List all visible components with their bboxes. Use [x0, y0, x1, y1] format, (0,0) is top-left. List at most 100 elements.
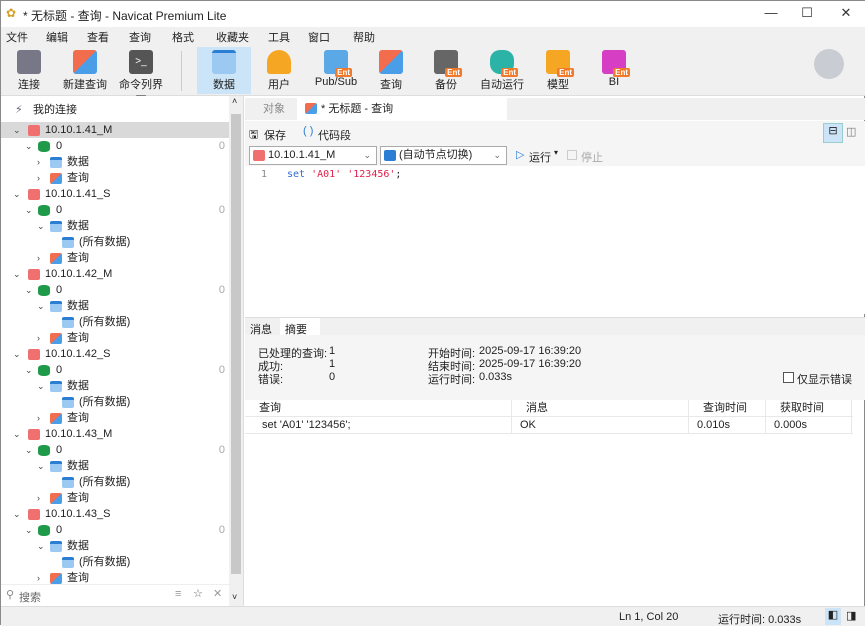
- menu-help[interactable]: 帮助: [353, 29, 375, 45]
- connection-select[interactable]: 10.10.1.41_M ⌄: [249, 146, 377, 165]
- filter-icon[interactable]: ≡: [175, 588, 181, 600]
- tab-objects[interactable]: 对象: [255, 98, 293, 120]
- minimize-button[interactable]: —: [756, 5, 786, 23]
- bi-button[interactable]: Ent BI: [594, 47, 634, 94]
- chevron-right-icon[interactable]: ›: [37, 330, 40, 346]
- column-header[interactable]: 查询: [245, 400, 512, 417]
- chevron-down-icon[interactable]: ⌄: [37, 538, 45, 554]
- maximize-button[interactable]: ☐: [792, 5, 822, 23]
- menu-format[interactable]: 格式: [172, 29, 194, 45]
- menu-query[interactable]: 查询: [129, 29, 151, 45]
- tree-root[interactable]: ⚡ 我的连接: [1, 102, 229, 118]
- user-button[interactable]: 用户: [259, 47, 299, 94]
- tree-connection[interactable]: ⌄ 10.10.1.41_S: [1, 186, 229, 202]
- tree-data[interactable]: ⌄ 数据: [1, 458, 229, 474]
- run-button[interactable]: 运行: [529, 149, 551, 165]
- tree-database[interactable]: ⌄ 0 0: [1, 522, 229, 538]
- column-header[interactable]: 查询时间: [689, 400, 766, 417]
- tree-all-data[interactable]: (所有数据): [1, 234, 229, 250]
- chevron-down-icon[interactable]: ⌄: [25, 202, 33, 218]
- model-button[interactable]: Ent 模型: [538, 47, 578, 94]
- column-header[interactable]: 获取时间: [766, 400, 852, 417]
- tree-all-data[interactable]: (所有数据): [1, 474, 229, 490]
- tree-database[interactable]: ⌄ 0 0: [1, 202, 229, 218]
- new-query-button[interactable]: 新建查询: [61, 47, 109, 94]
- tree-all-data[interactable]: (所有数据): [1, 554, 229, 570]
- only-errors-checkbox[interactable]: [783, 372, 794, 383]
- tree-database[interactable]: ⌄ 0 0: [1, 138, 229, 154]
- tree-scrollbar[interactable]: ˄ ˅: [229, 96, 243, 606]
- tree-connection[interactable]: ⌄ 10.10.1.42_M: [1, 266, 229, 282]
- chevron-down-icon[interactable]: ⌄: [25, 138, 33, 154]
- star-icon[interactable]: ☆: [193, 587, 203, 600]
- tree-all-data[interactable]: (所有数据): [1, 314, 229, 330]
- close-button[interactable]: ✕: [831, 5, 861, 23]
- menu-file[interactable]: 文件: [6, 29, 28, 45]
- chevron-right-icon[interactable]: ›: [37, 250, 40, 266]
- chevron-down-icon[interactable]: ⌄: [25, 282, 33, 298]
- connect-button[interactable]: 连接: [9, 47, 49, 94]
- tree-data[interactable]: ⌄ 数据: [1, 378, 229, 394]
- tree-database[interactable]: ⌄ 0 0: [1, 442, 229, 458]
- tab-query[interactable]: * 无标题 - 查询: [297, 98, 507, 120]
- save-button[interactable]: 保存: [264, 127, 286, 143]
- chevron-down-icon[interactable]: ⌄: [13, 506, 21, 522]
- tree-data[interactable]: ⌄ 数据: [1, 218, 229, 234]
- only-errors-label[interactable]: 仅显示错误: [797, 371, 852, 387]
- automation-button[interactable]: Ent 自动运行: [479, 47, 525, 94]
- right-panel-toggle[interactable]: ◨: [846, 609, 856, 622]
- pubsub-button[interactable]: Ent Pub/Sub: [311, 47, 361, 94]
- tree-query[interactable]: › 查询: [1, 250, 229, 266]
- chevron-right-icon[interactable]: ›: [37, 410, 40, 426]
- tree-database[interactable]: ⌄ 0 0: [1, 282, 229, 298]
- tree-data[interactable]: ⌄ 数据: [1, 538, 229, 554]
- chevron-down-icon[interactable]: ⌄: [37, 458, 45, 474]
- tree-connection[interactable]: ⌄ 10.10.1.41_M: [1, 122, 229, 138]
- tree-query[interactable]: › 查询: [1, 170, 229, 186]
- scrollbar-thumb[interactable]: [231, 114, 241, 574]
- menu-tools[interactable]: 工具: [268, 29, 290, 45]
- run-dropdown-icon[interactable]: ▾: [554, 148, 558, 157]
- menu-window[interactable]: 窗口: [308, 29, 330, 45]
- scroll-up-icon[interactable]: ˄: [232, 96, 237, 106]
- data-button[interactable]: 数据: [197, 47, 251, 94]
- split-vertical-toggle[interactable]: ◫: [846, 125, 856, 138]
- column-header[interactable]: 消息: [512, 400, 689, 417]
- chevron-down-icon[interactable]: ⌄: [13, 266, 21, 282]
- chevron-down-icon[interactable]: ⌄: [13, 426, 21, 442]
- chevron-down-icon[interactable]: ⌄: [37, 378, 45, 394]
- tree-query[interactable]: › 查询: [1, 330, 229, 346]
- chevron-down-icon[interactable]: ⌄: [13, 186, 21, 202]
- tree-data[interactable]: ⌄ 数据: [1, 298, 229, 314]
- snippet-button[interactable]: 代码段: [318, 127, 351, 143]
- tab-summary[interactable]: 摘要: [280, 318, 320, 336]
- chevron-down-icon[interactable]: ⌄: [37, 298, 45, 314]
- tree-data[interactable]: › 数据: [1, 154, 229, 170]
- console-button[interactable]: >_命令列界面: [115, 47, 167, 107]
- tree-connection[interactable]: ⌄ 10.10.1.43_M: [1, 426, 229, 442]
- menu-favorites[interactable]: 收藏夹: [216, 29, 249, 45]
- chevron-down-icon[interactable]: ⌄: [25, 362, 33, 378]
- menu-view[interactable]: 查看: [87, 29, 109, 45]
- query-button[interactable]: 查询: [371, 47, 411, 94]
- account-avatar[interactable]: [814, 49, 844, 79]
- chevron-down-icon[interactable]: ⌄: [13, 346, 21, 362]
- chevron-down-icon[interactable]: ⌄: [25, 442, 33, 458]
- left-panel-toggle[interactable]: ◧: [825, 608, 841, 625]
- search-input[interactable]: 搜索: [19, 589, 41, 605]
- table-row[interactable]: set 'A01' '123456'; OK 0.010s 0.000s: [245, 417, 853, 434]
- tree-database[interactable]: ⌄ 0 0: [1, 362, 229, 378]
- tree-all-data[interactable]: (所有数据): [1, 394, 229, 410]
- scroll-down-icon[interactable]: ˅: [232, 592, 237, 602]
- node-select[interactable]: (自动节点切换) ⌄: [380, 146, 507, 165]
- menu-edit[interactable]: 编辑: [46, 29, 68, 45]
- tree-connection[interactable]: ⌄ 10.10.1.43_S: [1, 506, 229, 522]
- chevron-down-icon[interactable]: ⌄: [37, 218, 45, 234]
- tree-query[interactable]: › 查询: [1, 490, 229, 506]
- split-horizontal-toggle[interactable]: ⊟: [823, 123, 843, 143]
- chevron-right-icon[interactable]: ›: [37, 170, 40, 186]
- chevron-right-icon[interactable]: ›: [37, 490, 40, 506]
- tree-query[interactable]: › 查询: [1, 410, 229, 426]
- code-line[interactable]: set 'A01' '123456';: [287, 166, 401, 184]
- tree-search[interactable]: ⚲ 搜索 ≡ ☆ ✕: [1, 584, 229, 606]
